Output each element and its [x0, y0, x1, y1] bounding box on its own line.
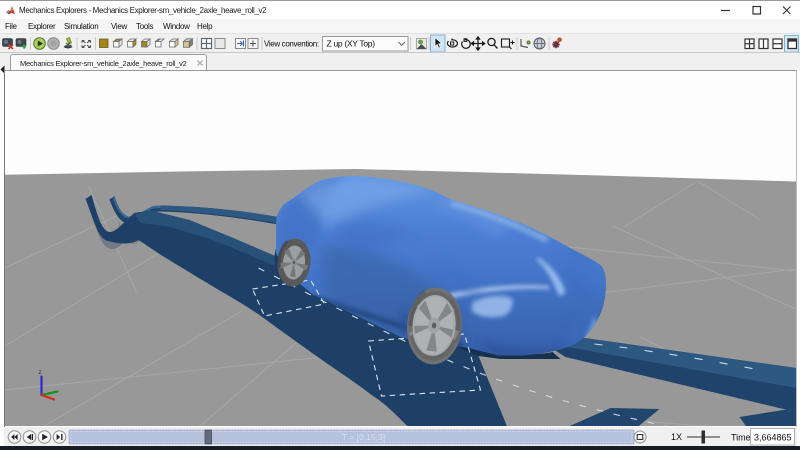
svg-text:z: z — [39, 370, 42, 376]
svg-text:Time: Time — [731, 433, 751, 443]
svg-text:Z up (XY Top): Z up (XY Top) — [327, 39, 376, 49]
svg-text:1X: 1X — [671, 432, 682, 442]
svg-text:3,664865: 3,664865 — [754, 433, 792, 443]
svg-text:View convention:: View convention: — [264, 40, 319, 49]
svg-text:T = [0,15,3]: T = [0,15,3] — [342, 432, 385, 442]
